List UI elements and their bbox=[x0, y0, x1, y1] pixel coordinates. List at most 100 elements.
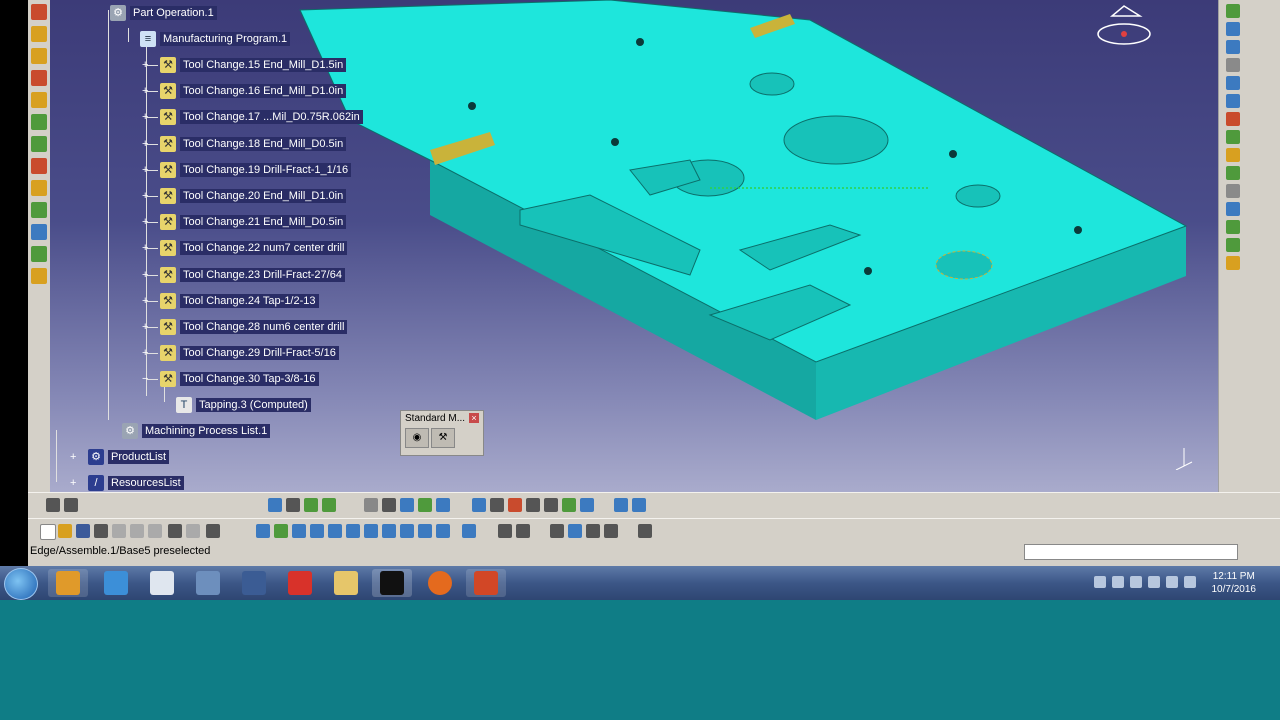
toolbar-icon-2[interactable] bbox=[31, 26, 47, 42]
toolbar-icon[interactable] bbox=[490, 498, 504, 512]
normal-view-icon[interactable] bbox=[364, 524, 378, 538]
expand-icon[interactable]: + bbox=[142, 138, 150, 149]
toolbar-icon[interactable] bbox=[562, 498, 576, 512]
tool-button-2[interactable]: ⚒ bbox=[431, 428, 455, 448]
expand-icon[interactable]: + bbox=[142, 112, 150, 123]
volume-icon[interactable] bbox=[1166, 576, 1178, 588]
right-tool-12[interactable] bbox=[1226, 202, 1240, 216]
tree-node-tool-change[interactable]: ⚒ Tool Change.24 Tap-1/2-13 bbox=[160, 292, 319, 310]
tree-node-tool-change[interactable]: ⚒ Tool Change.23 Drill-Fract-27/64 bbox=[160, 266, 345, 284]
toolbar-icon-13[interactable] bbox=[31, 268, 47, 284]
toolbar-icon[interactable] bbox=[46, 498, 60, 512]
toolbar-icon-6[interactable] bbox=[31, 114, 47, 130]
right-tool-15[interactable] bbox=[1226, 256, 1240, 270]
toolbar-icon-4[interactable] bbox=[31, 70, 47, 86]
right-tool-5[interactable] bbox=[1226, 76, 1240, 90]
expand-icon[interactable]: − bbox=[142, 374, 150, 385]
right-tool-14[interactable] bbox=[1226, 238, 1240, 252]
taskbar-app-5[interactable] bbox=[234, 569, 274, 597]
expand-icon[interactable]: + bbox=[142, 269, 150, 280]
redo-icon[interactable] bbox=[186, 524, 200, 538]
zoom-in-icon[interactable] bbox=[328, 524, 342, 538]
expand-icon[interactable]: + bbox=[142, 217, 150, 228]
toolbar-icon[interactable] bbox=[472, 498, 486, 512]
tray-icon[interactable] bbox=[1130, 576, 1142, 588]
toolbar-icon[interactable] bbox=[286, 498, 300, 512]
toolbar-icon[interactable] bbox=[580, 498, 594, 512]
expand-icon[interactable]: + bbox=[142, 86, 150, 97]
toolbar-icon[interactable] bbox=[322, 498, 336, 512]
toolbar-icon-5[interactable] bbox=[31, 92, 47, 108]
compass-icon[interactable] bbox=[1094, 2, 1164, 48]
table-icon[interactable] bbox=[550, 524, 564, 538]
toolbar-icon[interactable] bbox=[364, 498, 378, 512]
toolbar-icon[interactable] bbox=[418, 498, 432, 512]
right-tool-6[interactable] bbox=[1226, 94, 1240, 108]
tree-node-tool-change[interactable]: ⚒ Tool Change.16 End_Mill_D1.0in bbox=[160, 82, 347, 100]
tree-node-product-list[interactable]: + ⚙ ProductList bbox=[70, 448, 170, 466]
start-button[interactable] bbox=[4, 568, 38, 600]
toolbar-icon[interactable] bbox=[632, 498, 646, 512]
taskbar-firefox[interactable] bbox=[420, 569, 460, 597]
command-input[interactable] bbox=[1024, 544, 1238, 560]
toolbar-icon[interactable] bbox=[304, 498, 318, 512]
cut-icon[interactable] bbox=[112, 524, 126, 538]
expand-icon[interactable]: + bbox=[142, 243, 150, 254]
toolbar-icon-12[interactable] bbox=[31, 246, 47, 262]
toolbar-icon[interactable] bbox=[544, 498, 558, 512]
tree-node-tool-change[interactable]: ⚒ Tool Change.29 Drill-Fract-5/16 bbox=[160, 344, 339, 362]
undo-icon[interactable] bbox=[168, 524, 182, 538]
toolbar-icon[interactable] bbox=[508, 498, 522, 512]
fit-all-icon[interactable] bbox=[274, 524, 288, 538]
toolbar-icon[interactable] bbox=[400, 498, 414, 512]
tree-node-resources-list[interactable]: + / ResourcesList bbox=[70, 474, 184, 492]
tree-node-manufacturing-program[interactable]: ≡ Manufacturing Program.1 bbox=[140, 30, 291, 48]
right-tool-2[interactable] bbox=[1226, 22, 1240, 36]
swap-icon[interactable] bbox=[436, 524, 450, 538]
toolbar-icon[interactable] bbox=[382, 498, 396, 512]
toolbar-icon-1[interactable] bbox=[31, 4, 47, 20]
tree-node-tool-change[interactable]: ⚒ Tool Change.18 End_Mill_D0.5in bbox=[160, 135, 347, 153]
taskbar-app-4[interactable] bbox=[188, 569, 228, 597]
tree-node-tool-change[interactable]: ⚒ Tool Change.19 Drill-Fract-1_1/16 bbox=[160, 161, 352, 179]
tree-node-tool-change[interactable]: ⚒ Tool Change.15 End_Mill_D1.5in bbox=[160, 56, 347, 74]
copy-icon[interactable] bbox=[130, 524, 144, 538]
toolbar-icon-10[interactable] bbox=[31, 202, 47, 218]
taskbar-explorer[interactable] bbox=[326, 569, 366, 597]
toolbar-icon[interactable] bbox=[516, 524, 530, 538]
taskbar-ie[interactable] bbox=[96, 569, 136, 597]
expand-icon[interactable]: + bbox=[142, 322, 150, 333]
toolbar-icon[interactable] bbox=[568, 524, 582, 538]
tree-node-tool-change[interactable]: ⚒ Tool Change.21 End_Mill_D0.5in bbox=[160, 213, 347, 231]
right-tool-4[interactable] bbox=[1226, 58, 1240, 72]
right-tool-11[interactable] bbox=[1226, 184, 1240, 198]
expand-icon[interactable]: + bbox=[70, 452, 78, 463]
save-icon[interactable] bbox=[76, 524, 90, 538]
tree-node-tool-change[interactable]: ⚒ Tool Change.30 Tap-3/8-16 bbox=[160, 370, 319, 388]
toolbar-icon[interactable] bbox=[614, 498, 628, 512]
3d-viewport[interactable]: ⚙ Part Operation.1 ≡ Manufacturing Progr… bbox=[50, 0, 1218, 492]
hide-show-icon[interactable] bbox=[418, 524, 432, 538]
taskbar-app-6[interactable] bbox=[280, 569, 320, 597]
right-tool-10[interactable] bbox=[1226, 166, 1240, 180]
zoom-out-icon[interactable] bbox=[346, 524, 360, 538]
taskbar-powerpoint[interactable] bbox=[466, 569, 506, 597]
expand-icon[interactable]: + bbox=[142, 348, 150, 359]
print-icon[interactable] bbox=[94, 524, 108, 538]
expand-icon[interactable]: + bbox=[142, 164, 150, 175]
taskbar-doc[interactable] bbox=[142, 569, 182, 597]
views-icon[interactable] bbox=[382, 524, 396, 538]
tree-node-tool-change[interactable]: ⚒ Tool Change.20 End_Mill_D1.0in bbox=[160, 187, 347, 205]
expand-icon[interactable]: + bbox=[70, 478, 78, 489]
tree-node-tapping[interactable]: T Tapping.3 (Computed) bbox=[176, 396, 311, 414]
toolbar-icon-8[interactable] bbox=[31, 158, 47, 174]
tray-icon[interactable] bbox=[1112, 576, 1124, 588]
tray-icon[interactable] bbox=[1148, 576, 1160, 588]
tree-node-tool-change[interactable]: ⚒ Tool Change.22 num7 center drill bbox=[160, 239, 348, 257]
tray-icon[interactable] bbox=[1094, 576, 1106, 588]
new-file-icon[interactable] bbox=[40, 524, 56, 540]
toolbar-icon[interactable] bbox=[526, 498, 540, 512]
right-tool-3[interactable] bbox=[1226, 40, 1240, 54]
taskbar-catia[interactable] bbox=[372, 569, 412, 597]
close-icon[interactable]: × bbox=[469, 413, 479, 423]
